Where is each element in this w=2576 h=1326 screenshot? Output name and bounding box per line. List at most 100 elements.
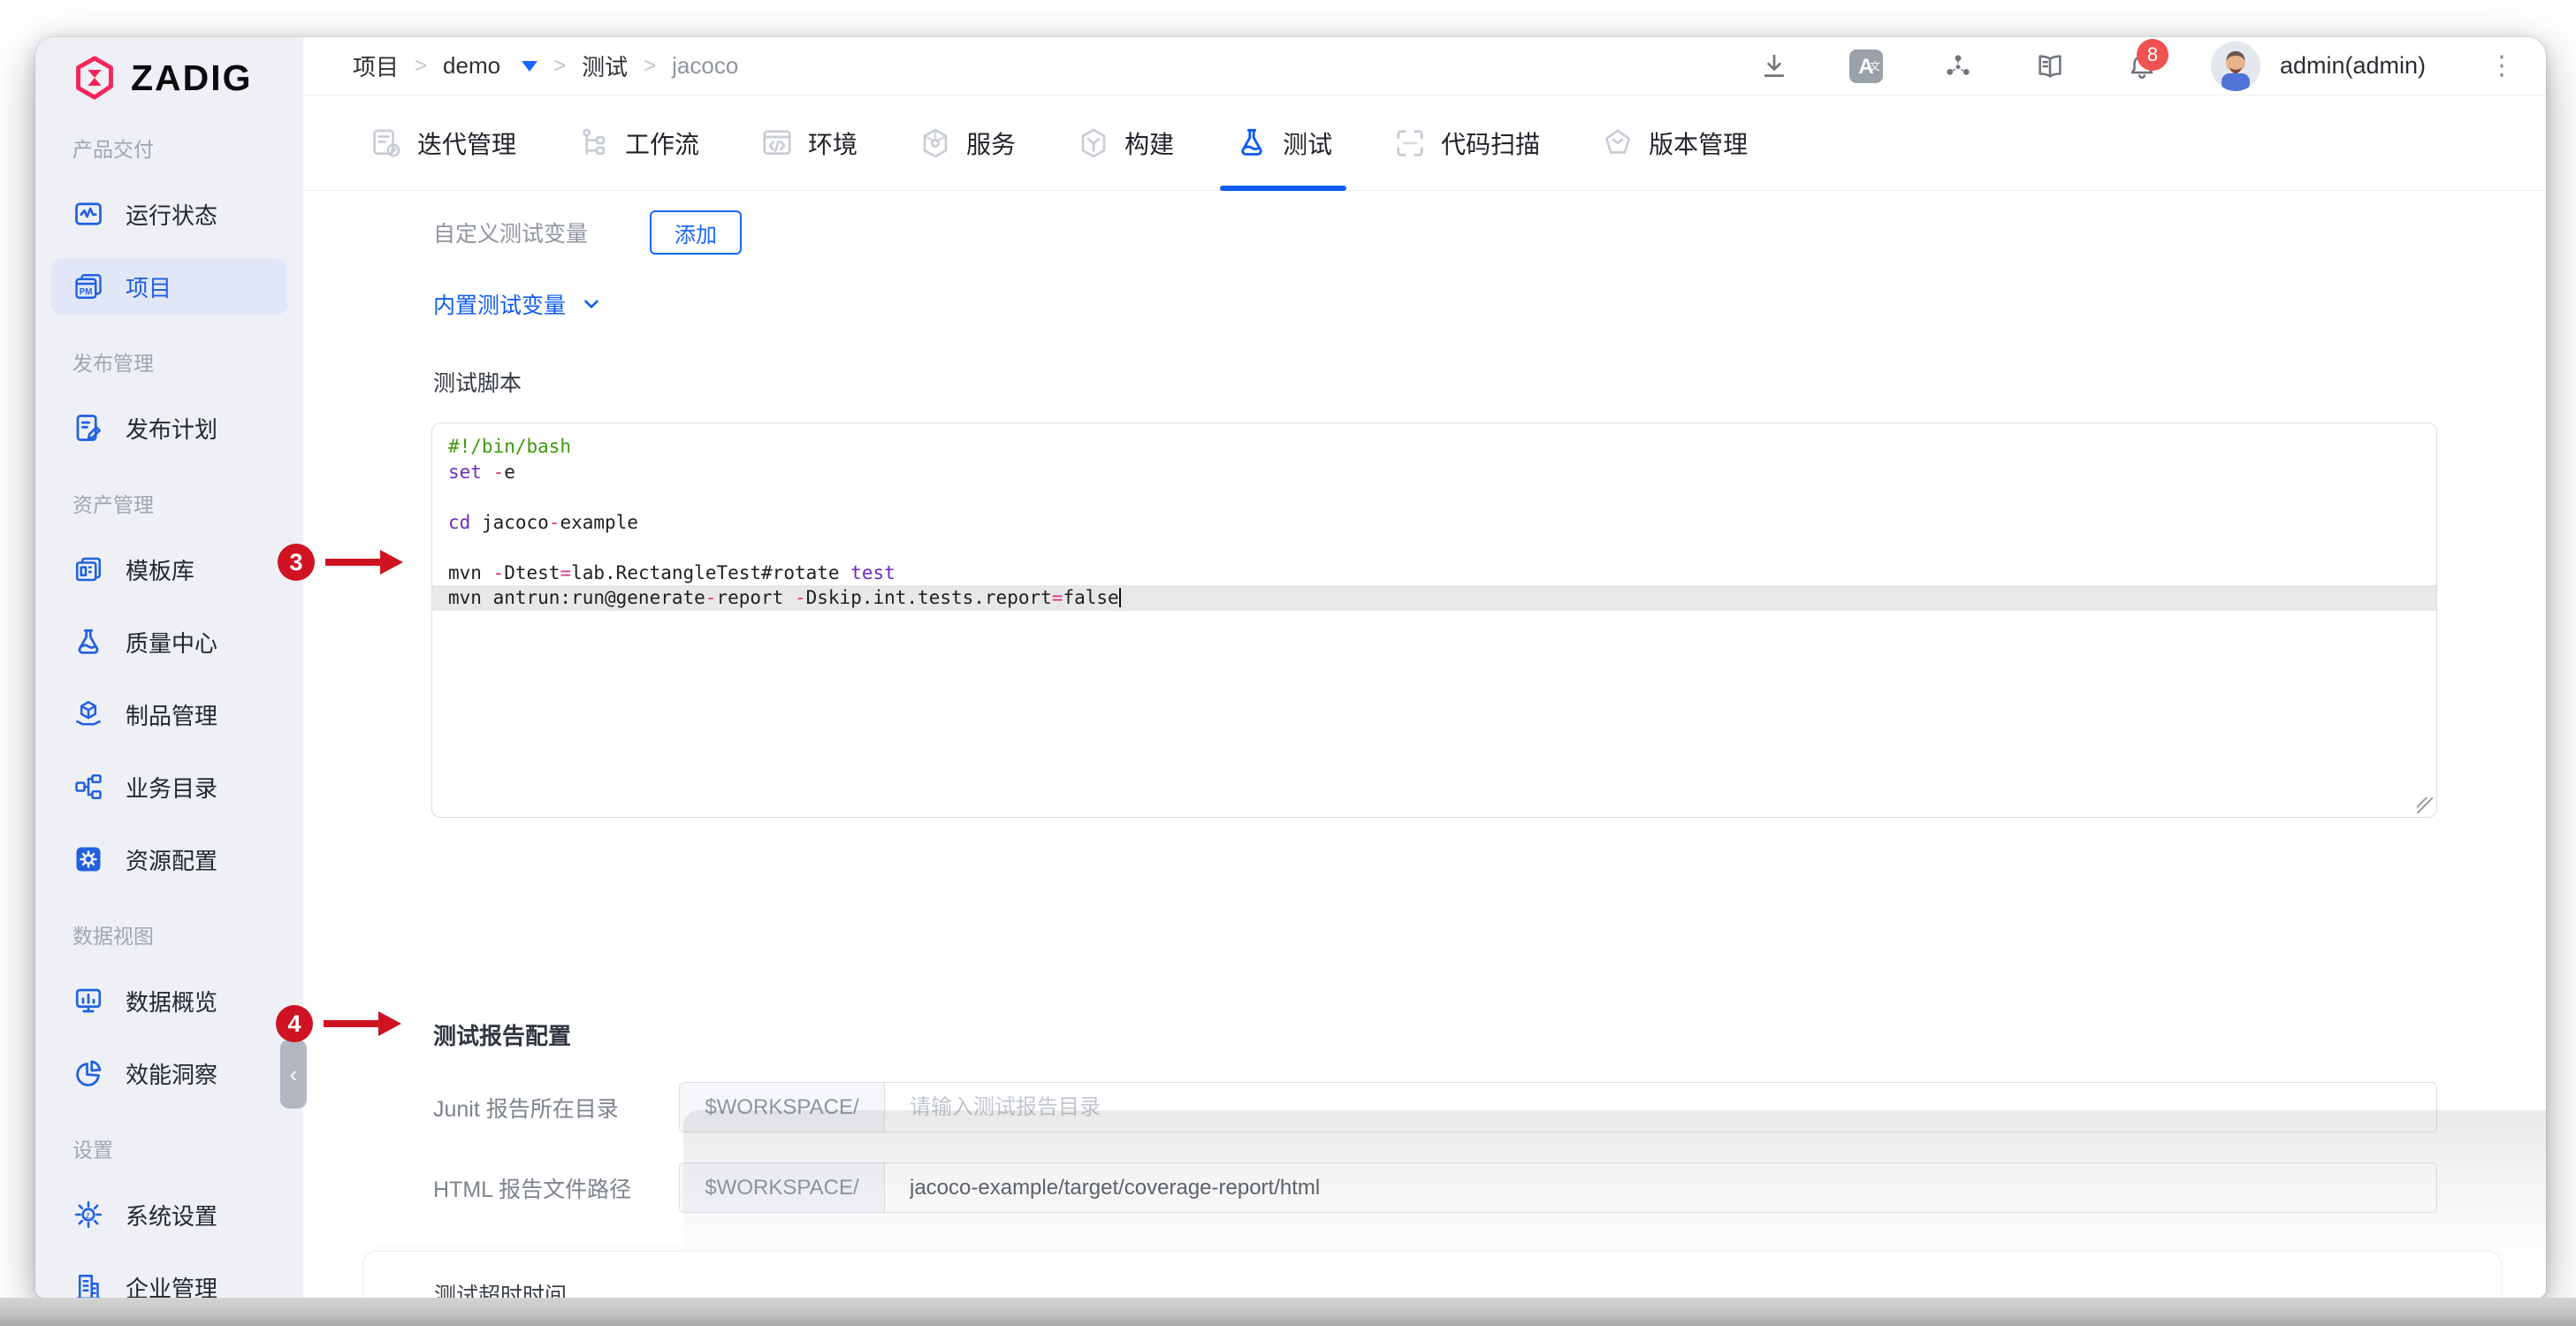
- add-variable-button[interactable]: 添加: [650, 210, 743, 255]
- tab-label: 版本管理: [1649, 130, 1749, 158]
- builtin-vars-toggle[interactable]: 内置测试变量: [433, 288, 603, 320]
- system-gear-icon: z: [72, 1199, 104, 1231]
- version-icon: [1600, 126, 1635, 161]
- sidebar-item-label: 模板库: [126, 557, 195, 584]
- breadcrumb-separator: >: [415, 53, 428, 78]
- custom-vars-label: 自定义测试变量: [433, 222, 589, 247]
- sidebar-section-label: 资产管理: [72, 493, 154, 516]
- share-graph-icon[interactable]: [1912, 51, 2004, 81]
- tab-workflow[interactable]: 工作流: [553, 95, 722, 190]
- avatar[interactable]: [2210, 41, 2260, 91]
- code-line: #!/bin/bash: [448, 436, 572, 457]
- release-plan-icon: [72, 412, 104, 444]
- chevron-down-icon[interactable]: [522, 60, 538, 72]
- script-code-editor[interactable]: #!/bin/bash set -e cd jacoco-example mvn -D…: [431, 423, 2437, 818]
- annotation-arrow-head: [380, 550, 403, 575]
- zadig-logo[interactable]: ZADIG: [51, 55, 287, 101]
- annotation-badge-4: 4: [276, 1005, 313, 1042]
- tab-environment[interactable]: 环境: [736, 95, 880, 190]
- zadig-logo-icon: [76, 56, 113, 100]
- tab-label: 构建: [1124, 130, 1175, 158]
- tab-iterate[interactable]: 迭代管理: [346, 95, 539, 190]
- sidebar-item-project-pm[interactable]: PM 项目: [51, 258, 287, 315]
- project-tabbar: 迭代管理 工作流 环境 服务 构建 测试 代码扫描 版本管理: [303, 95, 2546, 191]
- tab-label: 代码扫描: [1441, 130, 1541, 158]
- tab-code-scan[interactable]: 代码扫描: [1369, 95, 1563, 190]
- sidebar-section-label: 设置: [72, 1139, 113, 1162]
- screenshot-stage: ZADIG 产品交付运行状态 PM 项目发布管理发布计划资产管理模板库质量中心制品管…: [0, 0, 2576, 1326]
- notifications-bell-icon[interactable]: 8: [2096, 38, 2188, 81]
- tab-service[interactable]: 服务: [895, 95, 1039, 190]
- artifact-box-icon: [72, 698, 104, 730]
- sidebar-item-label: 资源配置: [126, 847, 218, 874]
- tab-label: 迭代管理: [417, 130, 517, 158]
- sidebar-section-label: 数据视图: [72, 925, 154, 948]
- sidebar-item-system-gear[interactable]: z 系统设置: [51, 1186, 287, 1243]
- kebab-menu-icon[interactable]: ⋮: [2484, 50, 2519, 81]
- service-icon: [918, 126, 953, 161]
- sidebar-item-artifact-box[interactable]: 制品管理: [51, 686, 287, 743]
- sidebar-item-business-tree[interactable]: 业务目录: [51, 758, 287, 815]
- tab-label: 测试: [1283, 130, 1333, 158]
- docs-book-icon[interactable]: [2004, 51, 2096, 81]
- sidebar-item-enterprise-building[interactable]: 企业管理: [51, 1259, 287, 1298]
- html-report-label: HTML 报告文件路径: [433, 1177, 632, 1202]
- project-pm-icon: PM: [72, 271, 104, 302]
- code-line: set -e: [448, 461, 515, 483]
- iterate-icon: [369, 126, 404, 161]
- sidebar-item-label: 效能洞察: [126, 1061, 218, 1088]
- template-library-icon: [72, 553, 104, 585]
- report-config-title: 测试报告配置: [433, 1023, 572, 1049]
- resize-handle-icon[interactable]: [2417, 797, 2433, 813]
- sidebar-item-data-overview[interactable]: 数据概览: [51, 972, 287, 1029]
- user-name[interactable]: admin(admin): [2280, 52, 2426, 80]
- code-line: cd jacoco-example: [448, 511, 638, 533]
- sidebar: ZADIG 产品交付运行状态 PM 项目发布管理发布计划资产管理模板库质量中心制品管…: [35, 37, 307, 1298]
- sidebar-section-label: 发布管理: [72, 352, 154, 375]
- footer-shadow-scrim: [683, 1110, 2546, 1268]
- sidebar-item-label: 项目: [126, 274, 172, 301]
- sidebar-collapse-handle[interactable]: ‹: [280, 1040, 307, 1109]
- code-scan-icon: [1392, 126, 1428, 161]
- svg-text:PM: PM: [80, 287, 93, 297]
- builtin-vars-label: 内置测试变量: [433, 293, 567, 318]
- business-tree-icon: [72, 771, 104, 803]
- text-cursor: [1118, 588, 1121, 607]
- topbar: 项目 > demo > 测试 > jacoco A文 8 admin(admin…: [303, 37, 2546, 95]
- sidebar-item-insight-pie[interactable]: 效能洞察: [51, 1045, 287, 1101]
- sidebar-item-resource-gear[interactable]: 资源配置: [51, 831, 287, 888]
- resource-gear-icon: [72, 843, 104, 875]
- data-overview-icon: [72, 985, 104, 1017]
- tab-label: 服务: [966, 130, 1017, 158]
- breadcrumb-test[interactable]: 测试: [582, 50, 628, 82]
- tab-label: 环境: [808, 130, 858, 158]
- quality-flask-icon: [72, 626, 104, 658]
- code-line: mvn -Dtest=lab.RectangleTest#rotate test: [448, 561, 896, 583]
- sidebar-item-quality-flask[interactable]: 质量中心: [51, 613, 287, 670]
- sidebar-item-label: 发布计划: [126, 415, 218, 443]
- annotation-arrow-line: [325, 559, 380, 566]
- tab-version[interactable]: 版本管理: [1577, 95, 1771, 190]
- notification-badge: 8: [2136, 38, 2168, 71]
- sidebar-item-label: 企业管理: [126, 1275, 218, 1299]
- sidebar-item-release-plan[interactable]: 发布计划: [51, 400, 287, 456]
- download-icon[interactable]: [1728, 51, 1820, 81]
- sidebar-item-template-library[interactable]: 模板库: [51, 541, 287, 598]
- breadcrumb-separator: >: [553, 53, 567, 78]
- breadcrumb-project-name[interactable]: demo: [443, 52, 500, 80]
- chevron-down-icon: [584, 300, 598, 309]
- sidebar-item-monitor-pulse[interactable]: 运行状态: [51, 186, 287, 242]
- timeout-label: 测试超时时间: [434, 1284, 568, 1298]
- logo-text: ZADIG: [131, 57, 253, 98]
- tab-test-flask[interactable]: 测试: [1211, 95, 1355, 191]
- environment-icon: [759, 126, 795, 161]
- language-switch-icon[interactable]: A文: [1820, 49, 1912, 83]
- annotation-arrow-line: [324, 1020, 378, 1027]
- tab-build[interactable]: 构建: [1053, 95, 1197, 190]
- tab-label: 工作流: [625, 130, 700, 158]
- insight-pie-icon: [72, 1057, 104, 1089]
- sidebar-section-label: 产品交付: [72, 138, 154, 161]
- breadcrumb-projects[interactable]: 项目: [353, 50, 399, 82]
- app-window: ZADIG 产品交付运行状态 PM 项目发布管理发布计划资产管理模板库质量中心制品管…: [35, 37, 2546, 1298]
